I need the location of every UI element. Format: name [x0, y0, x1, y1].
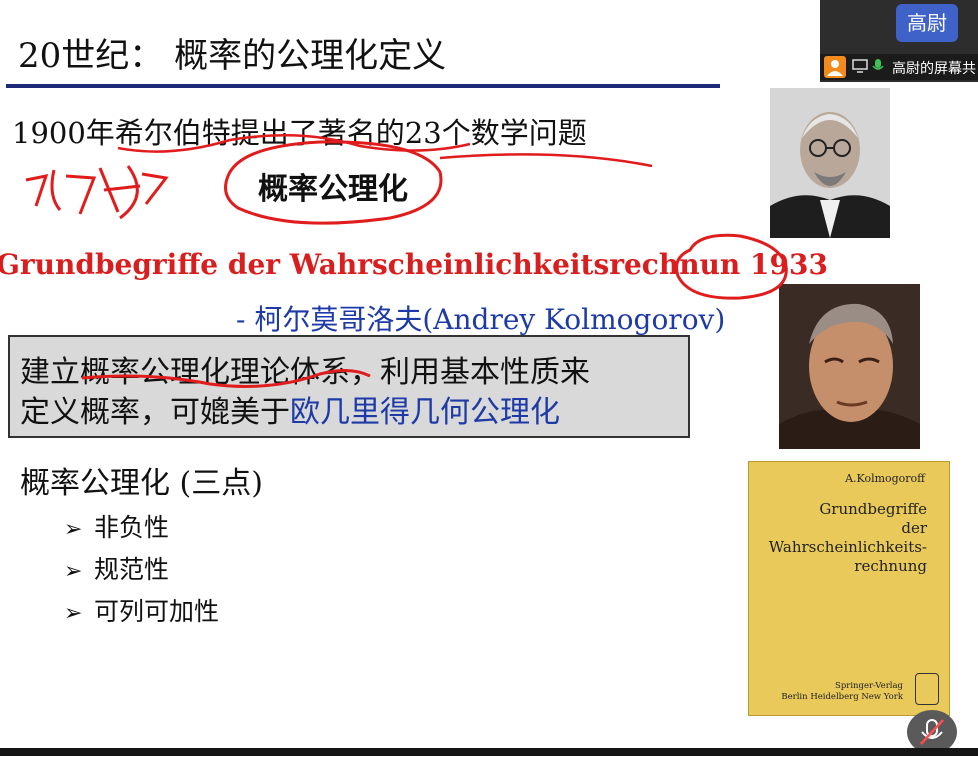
screen-share-label: 高尉的屏幕共 — [892, 61, 976, 77]
summary-line-2-prefix: 定义概率，可媲美于 — [20, 395, 290, 430]
presenter-tile[interactable]: 高尉 — [896, 4, 958, 42]
slide-title: 20世纪： 概率的公理化定义 — [18, 36, 447, 76]
publisher-line: Springer-Verlag — [835, 681, 903, 691]
microphone-icon[interactable] — [872, 58, 884, 78]
bullet-label: 可列可加性 — [94, 597, 220, 626]
bullet-item: ➢ 可列可加性 — [64, 592, 219, 628]
title-divider — [6, 84, 720, 88]
handwritten-axiom-note: 概率公理化 — [258, 172, 408, 207]
book-cover-title: Grundbegriffe der Wahrscheinlichkeits- r… — [769, 500, 927, 576]
underline-problems-annotation — [439, 153, 653, 168]
bullet-item: ➢ 规范性 — [64, 550, 169, 586]
book-cover-author: A.Kolmogoroff — [845, 472, 925, 485]
axioms-subheading: 概率公理化 (三点) — [20, 466, 263, 501]
meeting-overlay[interactable]: 高尉 高尉的屏幕共 — [820, 0, 978, 82]
book-cover-title-line: Wahrscheinlichkeits- — [768, 538, 927, 556]
springer-logo-icon — [915, 673, 939, 705]
bullet-label: 规范性 — [94, 555, 170, 584]
hilbert-portrait — [770, 88, 890, 238]
bullet-item: ➢ 非负性 — [64, 508, 169, 544]
screen-share-bar[interactable]: 高尉的屏幕共 — [820, 54, 978, 80]
book-cover: A.Kolmogoroff Grundbegriffe der Wahrsche… — [748, 461, 950, 716]
book-cover-title-line: Grundbegriffe — [819, 500, 927, 518]
author-line: - 柯尔莫哥洛夫(Andrey Kolmogorov) — [236, 303, 726, 336]
summary-box: 建立概率公理化理论体系，利用基本性质来 定义概率，可媲美于欧几里得几何公理化 — [8, 335, 690, 438]
summary-line-2: 定义概率，可媲美于欧几里得几何公理化 — [20, 387, 560, 431]
bullet-arrow-icon: ➢ — [64, 601, 83, 626]
summary-line-2-highlight: 欧几里得几何公理化 — [290, 395, 560, 430]
book-cover-publisher: Springer-Verlag Berlin Heidelberg New Yo… — [781, 681, 903, 703]
screen-share-icon[interactable] — [852, 59, 868, 77]
book-cover-title-line: rechnung — [854, 557, 927, 575]
bullet-arrow-icon: ➢ — [64, 517, 83, 542]
screen-bottom-edge — [0, 748, 978, 756]
hilbert-problems-line: 1900年希尔伯特提出了著名的23个数学问题 — [12, 116, 587, 150]
publisher-line: Berlin Heidelberg New York — [781, 692, 903, 702]
bullet-arrow-icon: ➢ — [64, 559, 83, 584]
bullet-label: 非负性 — [94, 513, 170, 542]
person-icon[interactable] — [824, 56, 846, 78]
summary-line-1: 建立概率公理化理论体系，利用基本性质来 — [20, 355, 590, 390]
handwritten-scribble-annotation — [25, 165, 169, 220]
kolmogorov-book-line: Grundbegriffe der Wahrscheinlichkeitsrec… — [0, 248, 828, 281]
book-cover-title-line: der — [901, 519, 927, 537]
kolmogorov-portrait — [779, 284, 920, 449]
